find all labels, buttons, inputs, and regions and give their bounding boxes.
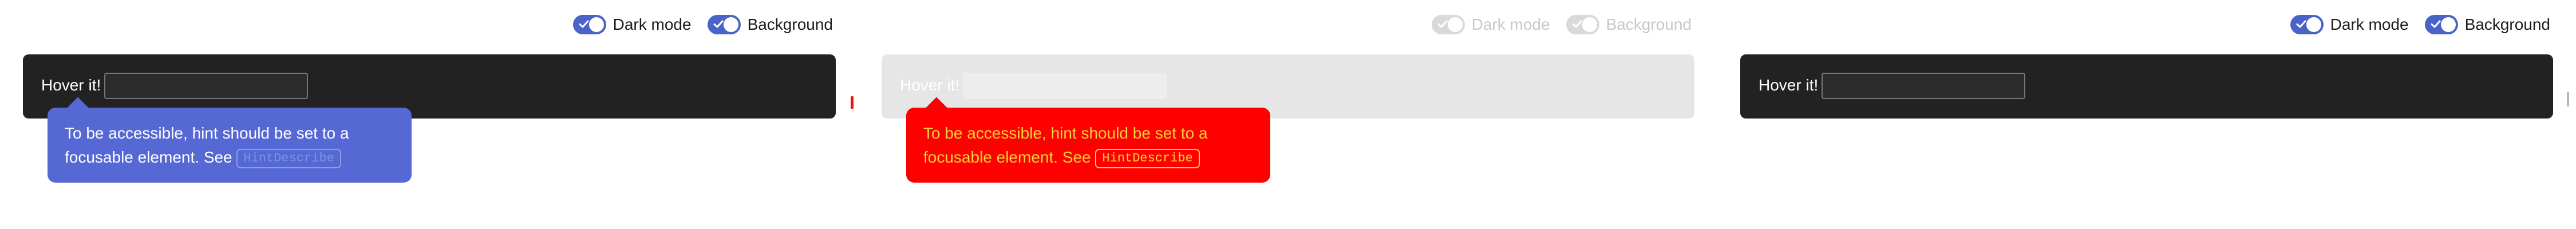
switch-knob xyxy=(1582,17,1597,32)
background-toggle[interactable]: Background xyxy=(1566,15,1692,34)
background-toggle[interactable]: Background xyxy=(707,15,833,34)
dark-mode-switch[interactable] xyxy=(1431,15,1465,34)
dark-mode-label: Dark mode xyxy=(2330,15,2409,33)
check-icon xyxy=(713,20,724,28)
hover-label[interactable]: Hover it! xyxy=(1759,76,1818,94)
check-icon xyxy=(2296,20,2306,28)
switch-knob xyxy=(723,17,738,32)
dark-mode-label: Dark mode xyxy=(1471,15,1550,33)
background-label: Background xyxy=(747,15,833,33)
focus-marker xyxy=(851,96,854,109)
hint-code-link[interactable]: HintDescribe xyxy=(1095,148,1200,168)
dark-mode-label: Dark mode xyxy=(613,15,692,33)
hint-code-link[interactable]: HintDescribe xyxy=(236,148,341,168)
hover-label[interactable]: Hover it! xyxy=(41,76,101,94)
hover-bar: Hover it! xyxy=(1740,54,2553,119)
check-icon xyxy=(2431,20,2441,28)
background-label: Background xyxy=(2464,15,2550,33)
hint-tooltip: To be accessible, hint should be set to … xyxy=(906,97,1270,183)
dark-mode-toggle[interactable]: Dark mode xyxy=(2290,15,2409,34)
background-switch[interactable] xyxy=(707,15,741,34)
check-icon xyxy=(1437,20,1448,28)
toggle-group: Dark mode Background xyxy=(2290,15,2550,34)
background-toggle[interactable]: Background xyxy=(2424,15,2550,34)
hint-tooltip: To be accessible, hint should be set to … xyxy=(48,97,412,183)
demo-panel-light: Dark mode Background Hover it! To be acc… xyxy=(859,0,1717,229)
dark-mode-switch[interactable] xyxy=(572,15,606,34)
toggle-group: Dark mode Background xyxy=(572,15,833,34)
background-label: Background xyxy=(1606,15,1692,33)
text-input[interactable] xyxy=(963,73,1167,99)
switch-knob xyxy=(588,17,604,32)
hint-text: To be accessible, hint should be set to … xyxy=(923,121,1253,169)
dark-mode-toggle[interactable]: Dark mode xyxy=(1431,15,1550,34)
hover-label[interactable]: Hover it! xyxy=(900,76,959,94)
background-switch[interactable] xyxy=(1566,15,1599,34)
switch-knob xyxy=(2440,17,2456,32)
toggle-group: Dark mode Background xyxy=(1431,15,1692,34)
dark-mode-switch[interactable] xyxy=(2290,15,2324,34)
demo-panel-dark: Dark mode Background Hover it! To be acc… xyxy=(0,0,859,229)
background-switch[interactable] xyxy=(2424,15,2458,34)
scrollbar-thumb[interactable] xyxy=(2567,92,2569,106)
demo-panel-dark-plain: Dark mode Background Hover it! xyxy=(1717,0,2576,229)
check-icon xyxy=(1572,20,1582,28)
text-input[interactable] xyxy=(1822,73,2025,99)
check-icon xyxy=(579,20,589,28)
text-input[interactable] xyxy=(104,73,308,99)
hint-text: To be accessible, hint should be set to … xyxy=(65,121,394,169)
switch-knob xyxy=(2306,17,2321,32)
switch-knob xyxy=(1447,17,1463,32)
dark-mode-toggle[interactable]: Dark mode xyxy=(572,15,692,34)
